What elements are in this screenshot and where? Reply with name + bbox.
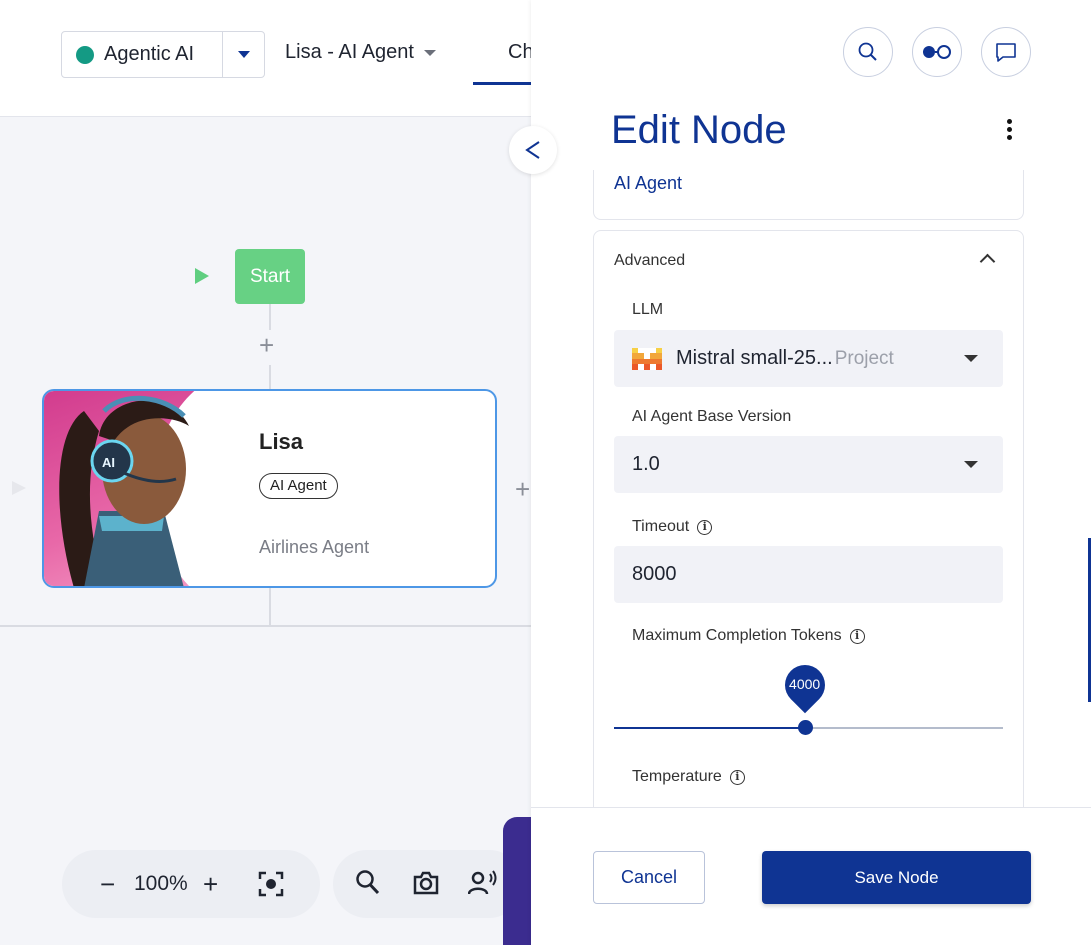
info-icon[interactable]: i	[697, 519, 713, 535]
info-icon[interactable]: i	[849, 628, 865, 644]
panel-toggle-button[interactable]	[912, 27, 962, 77]
add-node-plus-icon[interactable]: +	[259, 332, 274, 358]
timeout-input[interactable]: 8000	[614, 546, 1003, 603]
section-card	[593, 170, 1024, 220]
search-icon	[858, 42, 877, 61]
advanced-section: Advanced LLM Mistral small-25... Project	[593, 230, 1024, 807]
fit-view-icon[interactable]	[258, 871, 284, 902]
agent-avatar: AI	[44, 391, 212, 586]
panel-title: Edit Node	[611, 108, 787, 152]
llm-select[interactable]: Mistral small-25... Project	[614, 330, 1003, 387]
chevron-down-icon	[964, 461, 978, 468]
project-dropdown-button[interactable]	[222, 32, 264, 77]
slider-thumb[interactable]	[797, 720, 813, 735]
add-node-plus-icon[interactable]: +	[515, 476, 530, 502]
project-select[interactable]: Agentic AI	[61, 31, 265, 78]
agent-type-badge: AI Agent	[259, 473, 338, 499]
max-tokens-value-pin: 4000	[776, 656, 833, 714]
base-version-label: AI Agent Base Version	[632, 408, 792, 425]
agent-description: Airlines Agent	[259, 537, 370, 557]
zoom-controls: − 100% +	[62, 850, 320, 918]
project-status-dot	[76, 45, 94, 64]
panel-footer: Cancel Save Node	[531, 807, 1091, 945]
search-icon[interactable]	[355, 869, 381, 902]
agent-select[interactable]: Lisa - AI Agent	[285, 41, 436, 64]
zoom-in-button[interactable]: +	[203, 869, 218, 900]
tab-chat[interactable]: Ch	[473, 41, 533, 85]
base-version-select[interactable]: 1.0	[614, 436, 1003, 493]
zoom-level: 100%	[134, 872, 188, 895]
advanced-section-title[interactable]: Advanced	[614, 252, 685, 270]
panel-search-button[interactable]	[843, 27, 893, 77]
cancel-button[interactable]: Cancel	[593, 851, 705, 904]
chevron-down-icon	[423, 49, 436, 56]
max-tokens-label: Maximum Completion Tokens i	[632, 627, 865, 645]
voice-icon[interactable]	[467, 869, 498, 902]
collapse-panel-button[interactable]	[509, 126, 557, 174]
zoom-out-button[interactable]: −	[100, 869, 115, 900]
base-version-value: 1.0	[632, 453, 660, 475]
play-icon	[12, 481, 26, 495]
svg-text:AI: AI	[102, 455, 115, 470]
connector-line	[0, 625, 531, 627]
panel-chat-button[interactable]	[981, 27, 1031, 77]
panel-scroll-area[interactable]: Advanced LLM Mistral small-25... Project	[531, 220, 1091, 807]
more-options-icon[interactable]	[1007, 119, 1013, 143]
chat-icon	[996, 43, 1016, 62]
llm-scope-tag: Project	[834, 347, 894, 369]
chevron-down-icon	[237, 51, 250, 58]
info-icon[interactable]: i	[729, 769, 745, 785]
top-bar: Agentic AI Lisa - AI Agent Ch	[0, 0, 533, 117]
agent-name: Lisa	[259, 429, 304, 454]
edit-node-panel: Edit Node AI Agent Advanced LLM Mistral …	[531, 0, 1091, 945]
connector-line	[269, 588, 271, 626]
canvas-tools	[333, 850, 523, 918]
mistral-logo-icon	[632, 347, 662, 370]
chevron-up-icon[interactable]	[979, 253, 996, 270]
start-node[interactable]: Start	[235, 249, 305, 304]
llm-name: Mistral small-25...	[676, 347, 833, 369]
agent-select-label: Lisa - AI Agent	[285, 41, 414, 63]
connector-line	[269, 365, 271, 390]
max-tokens-slider[interactable]	[614, 720, 1003, 735]
camera-icon[interactable]	[412, 869, 440, 902]
save-node-button[interactable]: Save Node	[762, 851, 1031, 904]
timeout-label: Timeout i	[632, 518, 713, 536]
chevron-left-icon	[525, 141, 540, 159]
connector-line	[269, 304, 271, 330]
llm-label: LLM	[632, 301, 664, 318]
start-play-icon	[195, 268, 209, 284]
temperature-label: Temperature i	[632, 768, 745, 786]
chevron-down-icon	[964, 355, 978, 362]
agent-node-card[interactable]: AI Lisa AI Agent Airlines Agent	[42, 389, 497, 588]
timeout-value: 8000	[632, 563, 677, 585]
toggle-icon	[923, 45, 951, 59]
